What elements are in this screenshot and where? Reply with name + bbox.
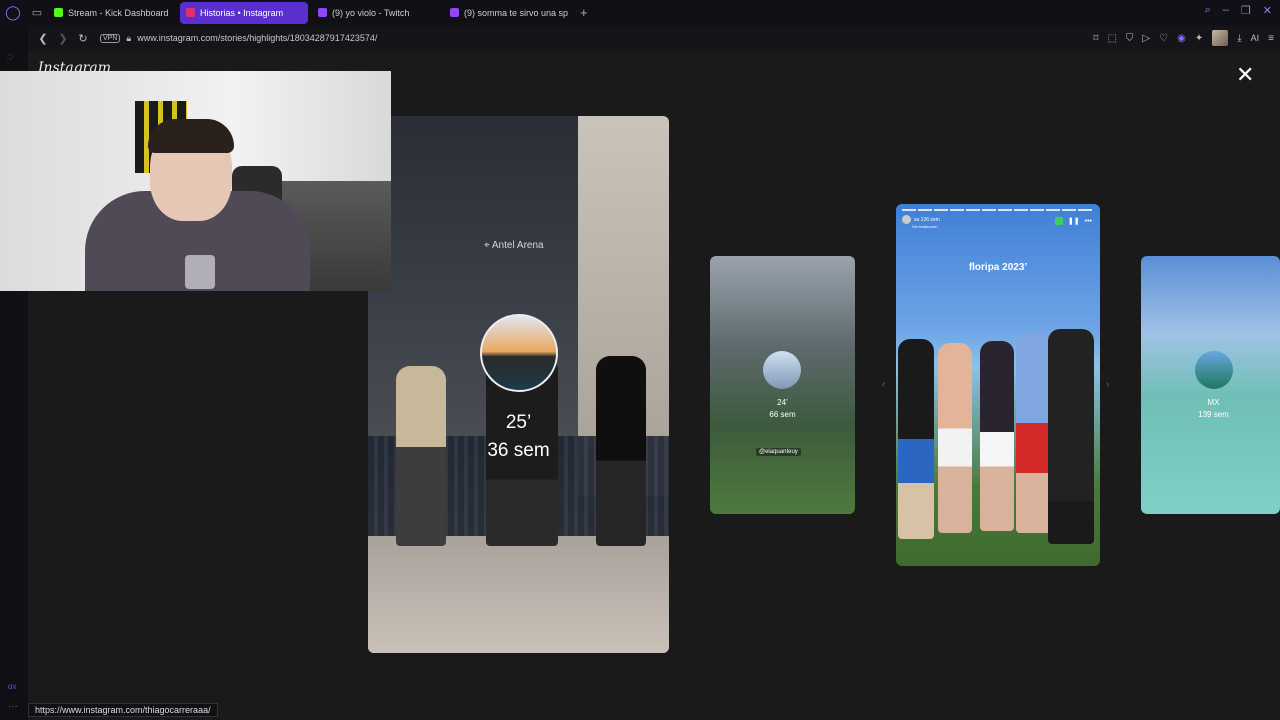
close-stories-button[interactable]: ✕ <box>1236 64 1254 86</box>
browser-tabbar: ◯ ▭ Stream - Kick Dashboard Historias • … <box>0 0 1280 25</box>
translate-link[interactable]: Ver traducción <box>912 224 938 229</box>
next-story-icon[interactable]: › <box>1106 379 1109 390</box>
tab-label: (9) yo violo - Twitch <box>332 7 410 18</box>
story-caption: floripa 2023’ <box>968 262 1028 273</box>
tab-twitch-2[interactable]: (9) somma te sirvo una sp <box>444 2 572 24</box>
tab-twitch-1[interactable]: (9) yo violo - Twitch <box>312 2 440 24</box>
story-preview[interactable]: MX 139 sem <box>1141 256 1280 514</box>
heart-icon[interactable]: ♡ <box>1159 33 1168 44</box>
sidebar-app-icon[interactable]: ◌ <box>7 51 14 63</box>
forward-icon[interactable]: ❯ <box>54 32 72 45</box>
story-person <box>980 341 1014 531</box>
location-sticker: ⌖ Antel Arena <box>484 240 544 251</box>
highlight-cover <box>480 314 558 392</box>
twitch-icon <box>450 8 459 17</box>
story-header: sa 126 sem <box>902 215 940 224</box>
bookmark-icon[interactable]: ⌑ <box>1093 33 1098 44</box>
restore-icon[interactable]: ❐ <box>1241 4 1251 17</box>
back-icon[interactable]: ❮ <box>34 32 52 45</box>
story-progress-bar <box>902 209 1094 211</box>
shield-icon[interactable]: ⛉ <box>1126 33 1134 44</box>
story-person <box>1048 329 1094 544</box>
tab-label: Stream - Kick Dashboard <box>68 7 169 18</box>
extensions-icon[interactable]: ✦ <box>1195 33 1203 44</box>
play-icon[interactable]: ▷ <box>1142 33 1150 44</box>
webcam-person-hair <box>148 119 234 153</box>
instagram-icon <box>186 8 195 17</box>
tab-kick[interactable]: Stream - Kick Dashboard <box>48 2 176 24</box>
twitch-icon <box>318 8 327 17</box>
profile-avatar[interactable] <box>1212 30 1229 46</box>
tab-instagram[interactable]: Historias • Instagram <box>180 1 308 24</box>
highlight-title: MX <box>1207 398 1220 407</box>
close-window-icon[interactable]: ✕ <box>1263 4 1272 17</box>
story-group-photo <box>896 329 1100 549</box>
highlight-cover <box>763 351 801 389</box>
address-bar: ❮ ❯ ↻ VPN 🔒︎ www.instagram.com/stories/h… <box>28 25 1280 51</box>
workspaces-icon[interactable]: ▭ <box>26 6 48 19</box>
location-pin-icon: ⌖ <box>484 240 490 251</box>
story-user: sa 126 sem <box>914 216 940 223</box>
story-main[interactable]: ⌖ Antel Arena 25’ 36 sem <box>368 116 669 653</box>
prev-story-icon[interactable]: ‹ <box>882 379 885 390</box>
search-icon[interactable]: ⌕ <box>1205 4 1211 17</box>
url-field[interactable]: www.instagram.com/stories/highlights/180… <box>137 33 377 43</box>
more-icon[interactable]: ••• <box>1085 218 1092 225</box>
lock-icon[interactable]: 🔒︎ <box>126 33 131 44</box>
mention-sticker: @elaquanteuy <box>756 448 801 456</box>
sound-icon[interactable] <box>1054 217 1063 225</box>
minimize-icon[interactable]: – <box>1223 4 1229 17</box>
highlight-age: 139 sem <box>1198 410 1229 419</box>
pause-icon[interactable]: ❚❚ <box>1068 217 1080 225</box>
tab-label: Historias • Instagram <box>200 7 284 18</box>
story-controls: ❚❚ ••• <box>1054 217 1092 225</box>
highlight-age: 36 sem <box>487 440 550 461</box>
audio-icon[interactable]: ◉ <box>1177 33 1186 44</box>
snapshot-icon[interactable]: ⬚ <box>1107 33 1116 44</box>
download-icon[interactable]: ⤓ <box>1237 33 1241 44</box>
kick-icon <box>54 8 63 17</box>
opera-logo-icon[interactable]: ◯ <box>0 0 26 25</box>
link-status-bar: https://www.instagram.com/thiagocarreraa… <box>28 703 218 717</box>
highlight-cover <box>1195 351 1233 389</box>
webcam-cup <box>185 255 215 289</box>
ai-button[interactable]: AI <box>1251 33 1260 43</box>
story-preview[interactable]: 24’ 66 sem @elaquanteuy <box>710 256 855 514</box>
webcam-overlay <box>0 71 391 291</box>
menu-icon[interactable]: ≡ <box>1268 33 1274 44</box>
new-tab-button[interactable]: + <box>580 5 588 20</box>
sidebar-more-icon[interactable]: ··· <box>8 701 18 712</box>
vpn-badge[interactable]: VPN <box>100 33 121 43</box>
reload-icon[interactable]: ↻ <box>74 32 92 45</box>
story-person <box>898 339 934 539</box>
avatar <box>902 215 911 224</box>
highlight-age: 66 sem <box>769 410 796 419</box>
highlight-title: 24’ <box>777 398 788 407</box>
location-label: Antel Arena <box>491 240 544 251</box>
sidebar-bottom-label[interactable]: ɑx <box>8 682 16 691</box>
story-person <box>938 343 972 533</box>
highlight-title: 25’ <box>505 412 532 433</box>
story-bg-floor <box>368 536 669 653</box>
window-controls: ⌕ – ❐ ✕ <box>1205 4 1272 17</box>
toolbar-right: ⌑ ⬚ ⛉ ▷ ♡ ◉ ✦ ⤓ AI ≡ <box>1093 30 1274 46</box>
story-preview-active[interactable]: sa 126 sem Ver traducción ❚❚ ••• floripa… <box>896 204 1100 566</box>
tab-label: (9) somma te sirvo una sp <box>464 7 569 18</box>
